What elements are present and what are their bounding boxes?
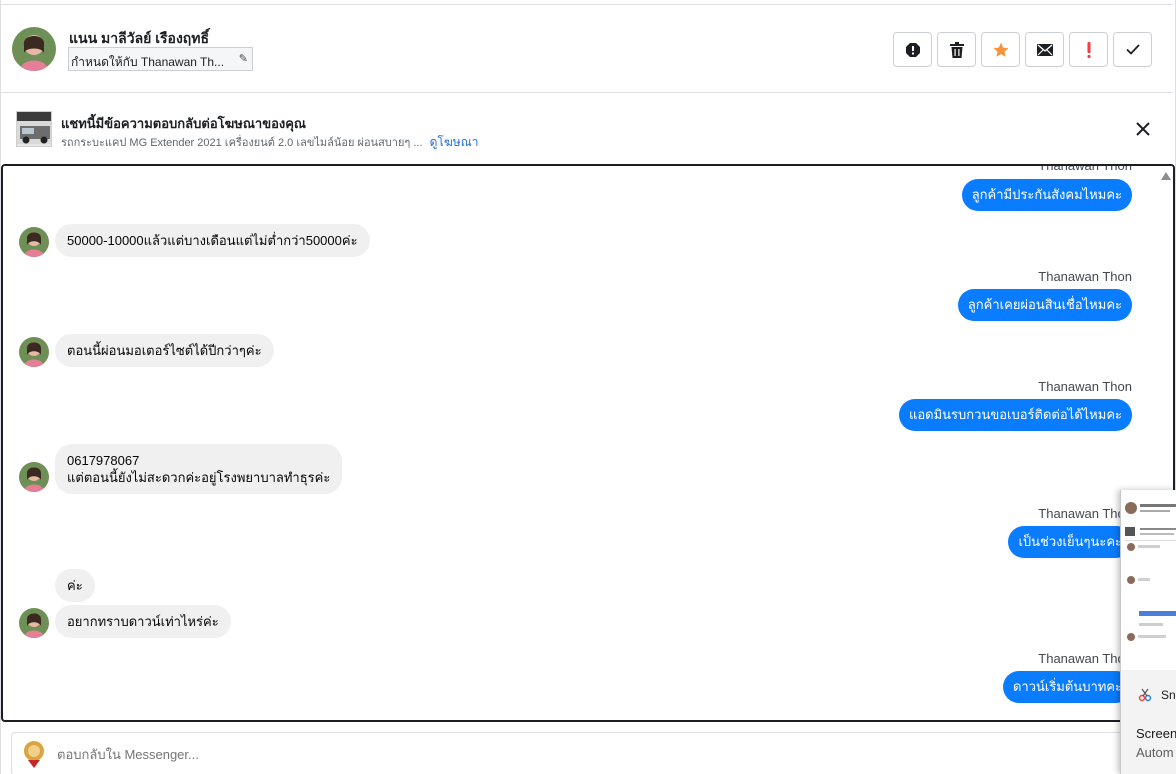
assign-label: กำหนดให้กับ Thanawan Th...: [71, 55, 225, 69]
ad-reply-banner: แชทนี้มีข้อความตอบกลับต่อโฆษณาของคุณ รถก…: [1, 93, 1173, 163]
check-icon: [1125, 44, 1140, 55]
conversation-header: แนน มาลีวัลย์ เรืองฤทธิ์ กำหนดให้กับ Tha…: [1, 4, 1173, 93]
report-spam-button[interactable]: [893, 32, 932, 67]
mail-icon: [1036, 43, 1053, 56]
close-icon: [1136, 122, 1150, 136]
snip-app-name: Snip: [1161, 688, 1176, 702]
snip-body: [1121, 710, 1176, 774]
incoming-message[interactable]: ค่ะ: [55, 569, 95, 602]
outgoing-message[interactable]: แอดมินรบกวนขอเบอร์ติดต่อได้ไหมคะ: [898, 399, 1132, 431]
assign-dropdown[interactable]: กำหนดให้กับ Thanawan Th... ✎: [68, 47, 253, 71]
incoming-message[interactable]: อยากทราบดาวน์เท่าไหร่ค่ะ: [55, 605, 231, 638]
snip-subtitle: Autom: [1136, 745, 1174, 760]
sender-name: Thanawan Thon: [1038, 164, 1132, 173]
ad-banner-subtitle: รถกระบะแคป MG Extender 2021 เครื่องยนต์ …: [61, 133, 479, 152]
contact-avatar-small: [19, 462, 49, 492]
sender-name: Thanawan Thon: [1038, 651, 1132, 666]
message-line: 0617978067: [67, 453, 140, 468]
outgoing-message[interactable]: เป็นช่วงเย็นๆนะคะ: [1008, 526, 1132, 558]
sender-name: Thanawan Thon: [1038, 269, 1132, 284]
pencil-icon: ✎: [238, 53, 248, 65]
contact-avatar-small: [19, 337, 49, 367]
conversation-panel: แนน มาลีวัลย์ เรืองฤทธิ์ กำหนดให้กับ Tha…: [0, 0, 1176, 774]
action-toolbar: [893, 32, 1152, 67]
reply-box[interactable]: [11, 732, 1141, 774]
exclamation-icon: [1087, 41, 1090, 58]
ad-banner-title: แชทนี้มีข้อความตอบกลับต่อโฆษณาของคุณ: [61, 116, 306, 131]
contact-avatar-small: [19, 227, 49, 257]
follow-up-button[interactable]: [1069, 32, 1108, 67]
incoming-message[interactable]: ตอนนี้ผ่อนมอเตอร์ไซต์ได้ปีกว่าๆค่ะ: [55, 334, 274, 367]
message-line: แต่ตอนนี้ยังไม่สะดวกค่ะอยู่โรงพยาบาลทำธุ…: [67, 470, 331, 485]
trash-icon: [949, 41, 964, 58]
sender-name: Thanawan Thon: [1038, 506, 1132, 521]
delete-button[interactable]: [937, 32, 976, 67]
view-ad-link[interactable]: ดูโฆษณา: [430, 135, 479, 149]
outgoing-message[interactable]: ดาวน์เริ่มต้นบาทคะ: [1002, 671, 1132, 703]
sender-name: Thanawan Thon: [1038, 379, 1132, 394]
ad-thumbnail[interactable]: [16, 111, 52, 147]
snip-title: Screen: [1136, 726, 1176, 741]
incoming-message[interactable]: 50000-10000แล้วแต่บางเดือนแต่ไม่ต่ำกว่า5…: [55, 224, 370, 257]
scroll-up-arrow[interactable]: [1161, 172, 1171, 180]
reply-input[interactable]: [57, 747, 657, 762]
contact-avatar[interactable]: [12, 27, 56, 71]
page-avatar-icon: [21, 740, 47, 768]
star-button[interactable]: [981, 32, 1020, 67]
star-icon: [993, 42, 1008, 57]
scissors-icon: [1138, 688, 1152, 702]
snip-notification[interactable]: Snip Screen Autom: [1120, 490, 1176, 774]
report-icon: [905, 42, 920, 57]
message-thread[interactable]: Thanawan Thon ลูกค้ามีประกันสังคมไหมคะ 5…: [1, 164, 1175, 722]
incoming-message-multiline[interactable]: 0617978067 แต่ตอนนี้ยังไม่สะดวกค่ะอยู่โร…: [55, 444, 343, 494]
ad-description: รถกระบะแคป MG Extender 2021 เครื่องยนต์ …: [61, 137, 423, 149]
contact-avatar-small: [19, 608, 49, 638]
mark-done-button[interactable]: [1113, 32, 1152, 67]
close-banner-button[interactable]: [1133, 119, 1153, 139]
mark-unread-button[interactable]: [1025, 32, 1064, 67]
outgoing-message[interactable]: ลูกค้าเคยผ่อนสินเชื่อไหมคะ: [957, 289, 1132, 321]
outgoing-message[interactable]: ลูกค้ามีประกันสังคมไหมคะ: [961, 179, 1132, 211]
screenshot-thumbnail[interactable]: [1121, 490, 1176, 670]
